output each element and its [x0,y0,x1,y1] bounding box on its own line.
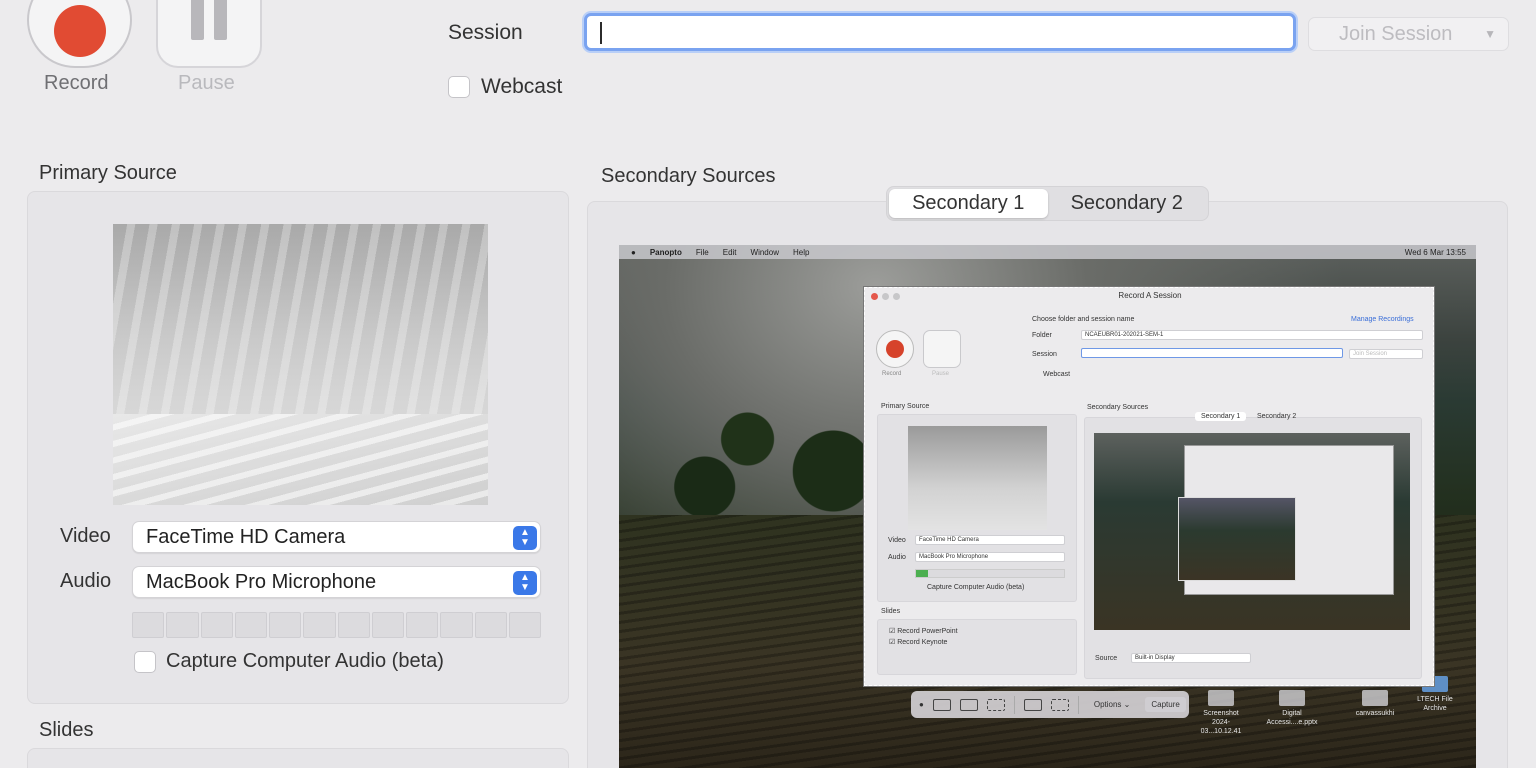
capture-window-icon[interactable] [959,698,978,711]
file-icon [1279,690,1305,706]
webcast-label: Webcast [1043,371,1071,378]
join-session-button: Join Session [1349,349,1423,359]
video-label: Video [60,525,111,547]
nested-screen-preview [1094,433,1410,630]
pause-label: Pause [178,72,235,94]
video-select-value: FaceTime HD Camera [146,526,346,548]
menubar-item: File [695,247,709,257]
tab-secondary-2: Secondary 2 [1257,413,1297,420]
options-button[interactable]: Options ⌄ [1088,697,1137,712]
record-button[interactable] [27,0,132,68]
record-selection-icon[interactable] [1050,698,1069,711]
pause-icon [191,0,204,40]
slides-title: Slides [881,608,901,615]
capture-audio-checkbox[interactable] [134,651,156,673]
menubar-item: Edit [722,247,737,257]
menubar-app: Panopto [649,247,682,257]
webcast-checkbox[interactable] [448,76,470,98]
secondary-sources-title: Secondary Sources [601,165,776,187]
folder-select: NCAEUBR01-202021-SEM-1 [1081,330,1423,340]
tab-secondary-1: Secondary 1 [1195,412,1247,421]
primary-source-title: Primary Source [881,403,930,410]
webcast-label: Webcast [481,75,563,98]
desktop-icon: canvassukhi [1350,690,1400,718]
manage-recordings-link: Manage Recordings [1351,316,1414,323]
record-icon [53,5,106,57]
folder-icon [1362,690,1388,706]
choose-label: Choose folder and session name [1032,316,1135,323]
camera-preview [908,426,1047,530]
screenshot-toolbar: ● Options ⌄ Capture [911,691,1189,718]
menubar-clock: Wed 6 Mar 13:55 [1404,247,1466,257]
folder-label: Folder [1032,332,1052,339]
session-label: Session [448,21,523,44]
audio-level-meter [132,612,541,638]
slides-panel [27,748,569,768]
apple-icon: ● [631,247,636,257]
primary-source-title: Primary Source [39,162,177,184]
capture-screen-icon[interactable] [932,698,951,711]
join-session-label: Join Session [1339,22,1453,45]
menubar-item: Window [750,247,779,257]
pause-label: Pause [932,371,950,377]
capture-button[interactable]: Capture [1145,697,1186,712]
capture-audio-label: Capture Computer Audio (beta) [927,584,1025,591]
record-icon [886,340,904,358]
pause-button[interactable] [156,0,262,68]
audio-label: Audio [60,570,112,592]
desktop-icon: Digital Accessi....e.pptx [1264,690,1320,727]
mac-menubar: ● Panopto File Edit Window Help Wed 6 Ma… [619,245,1476,259]
video-select[interactable]: FaceTime HD Camera ▲ ▼ [132,521,541,553]
source-label: Source [1095,655,1118,662]
record-button [876,330,914,368]
nested-record-window: Record A Session Choose folder and sessi… [864,287,1434,686]
secondary-sources-title: Secondary Sources [1087,404,1149,411]
slides-keynote: ☑ Record Keynote [889,639,948,646]
stepper-icon: ▲ ▼ [513,526,537,550]
file-icon [1208,690,1234,706]
window-title: Record A Session [1118,291,1182,300]
close-icon[interactable]: ● [919,700,924,709]
chevron-down-icon: ▼ [1484,27,1496,41]
session-input[interactable] [584,13,1296,51]
audio-level-meter [915,569,1065,578]
menubar-item: Help [792,247,810,257]
video-label: Video [888,537,906,544]
audio-select[interactable]: MacBook Pro Microphone ▲ ▼ [132,566,541,598]
join-session-button[interactable]: Join Session ▼ [1308,17,1509,51]
record-screen-icon[interactable] [1023,698,1042,711]
pause-button [923,330,961,368]
stepper-icon: ▲ ▼ [513,571,537,595]
secondary-tabs: Secondary 1 Secondary 2 [886,186,1209,221]
tab-secondary-1[interactable]: Secondary 1 [889,189,1048,218]
text-caret [600,22,602,44]
record-label: Record [882,371,902,377]
capture-audio-label: Capture Computer Audio (beta) [166,650,444,672]
tab-secondary-2[interactable]: Secondary 2 [1048,189,1207,218]
audio-select: MacBook Pro Microphone [915,552,1065,562]
source-select: Built-in Display [1131,653,1251,663]
slides-powerpoint: ☑ Record PowerPoint [889,628,958,635]
session-input [1081,348,1343,358]
slides-title: Slides [39,719,94,741]
capture-selection-icon[interactable] [986,698,1005,711]
video-select: FaceTime HD Camera [915,535,1065,545]
desktop-icon: Screenshot 2024-03...10.12.41 [1196,690,1246,736]
camera-preview [113,224,488,505]
audio-select-value: MacBook Pro Microphone [146,571,377,593]
audio-label: Audio [888,554,906,561]
session-label: Session [1032,351,1057,358]
record-label: Record [44,72,109,94]
